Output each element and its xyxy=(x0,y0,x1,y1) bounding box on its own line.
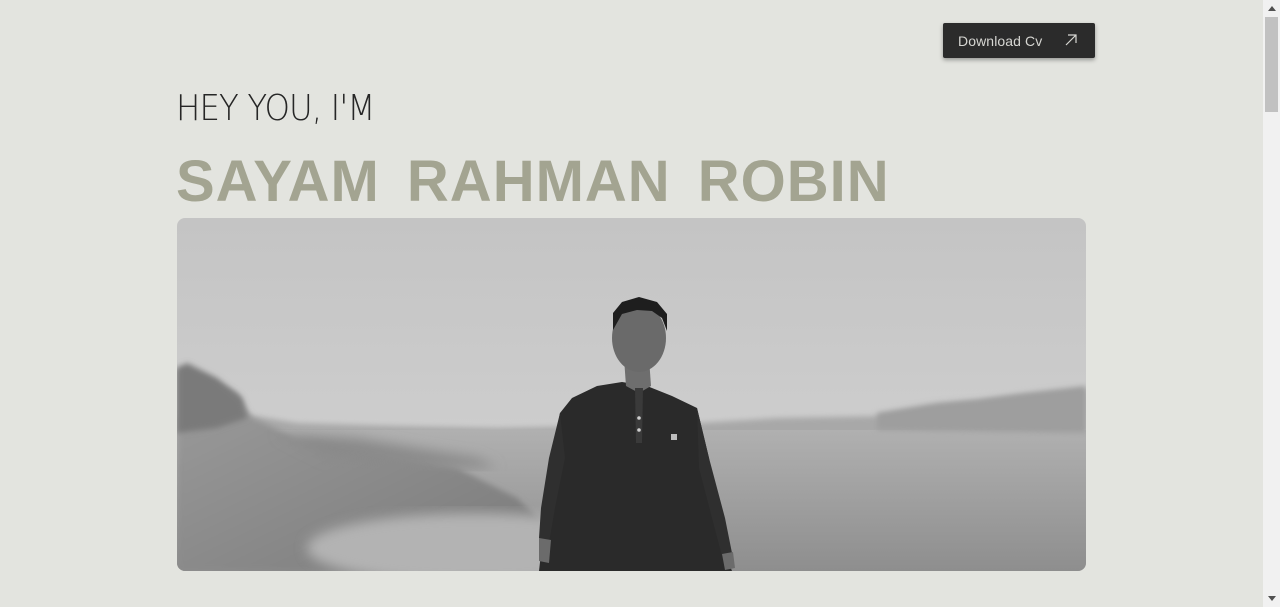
scroll-up-icon[interactable] xyxy=(1263,0,1280,17)
scrollbar-thumb[interactable] xyxy=(1265,17,1278,112)
portrait-photo xyxy=(177,218,1086,571)
name-heading: SAYAM RAHMAN ROBIN xyxy=(176,149,890,214)
vertical-scrollbar[interactable] xyxy=(1263,0,1280,607)
scroll-down-icon[interactable] xyxy=(1263,590,1280,607)
download-cv-label: Download Cv xyxy=(958,32,1043,49)
download-cv-button[interactable]: Download Cv xyxy=(943,23,1095,58)
page: Download Cv HEY YOU, I'M SAYAM RAHMAN RO… xyxy=(0,0,1263,607)
greeting-heading: HEY YOU, I'M xyxy=(176,88,375,129)
arrow-up-right-icon xyxy=(1065,34,1077,46)
